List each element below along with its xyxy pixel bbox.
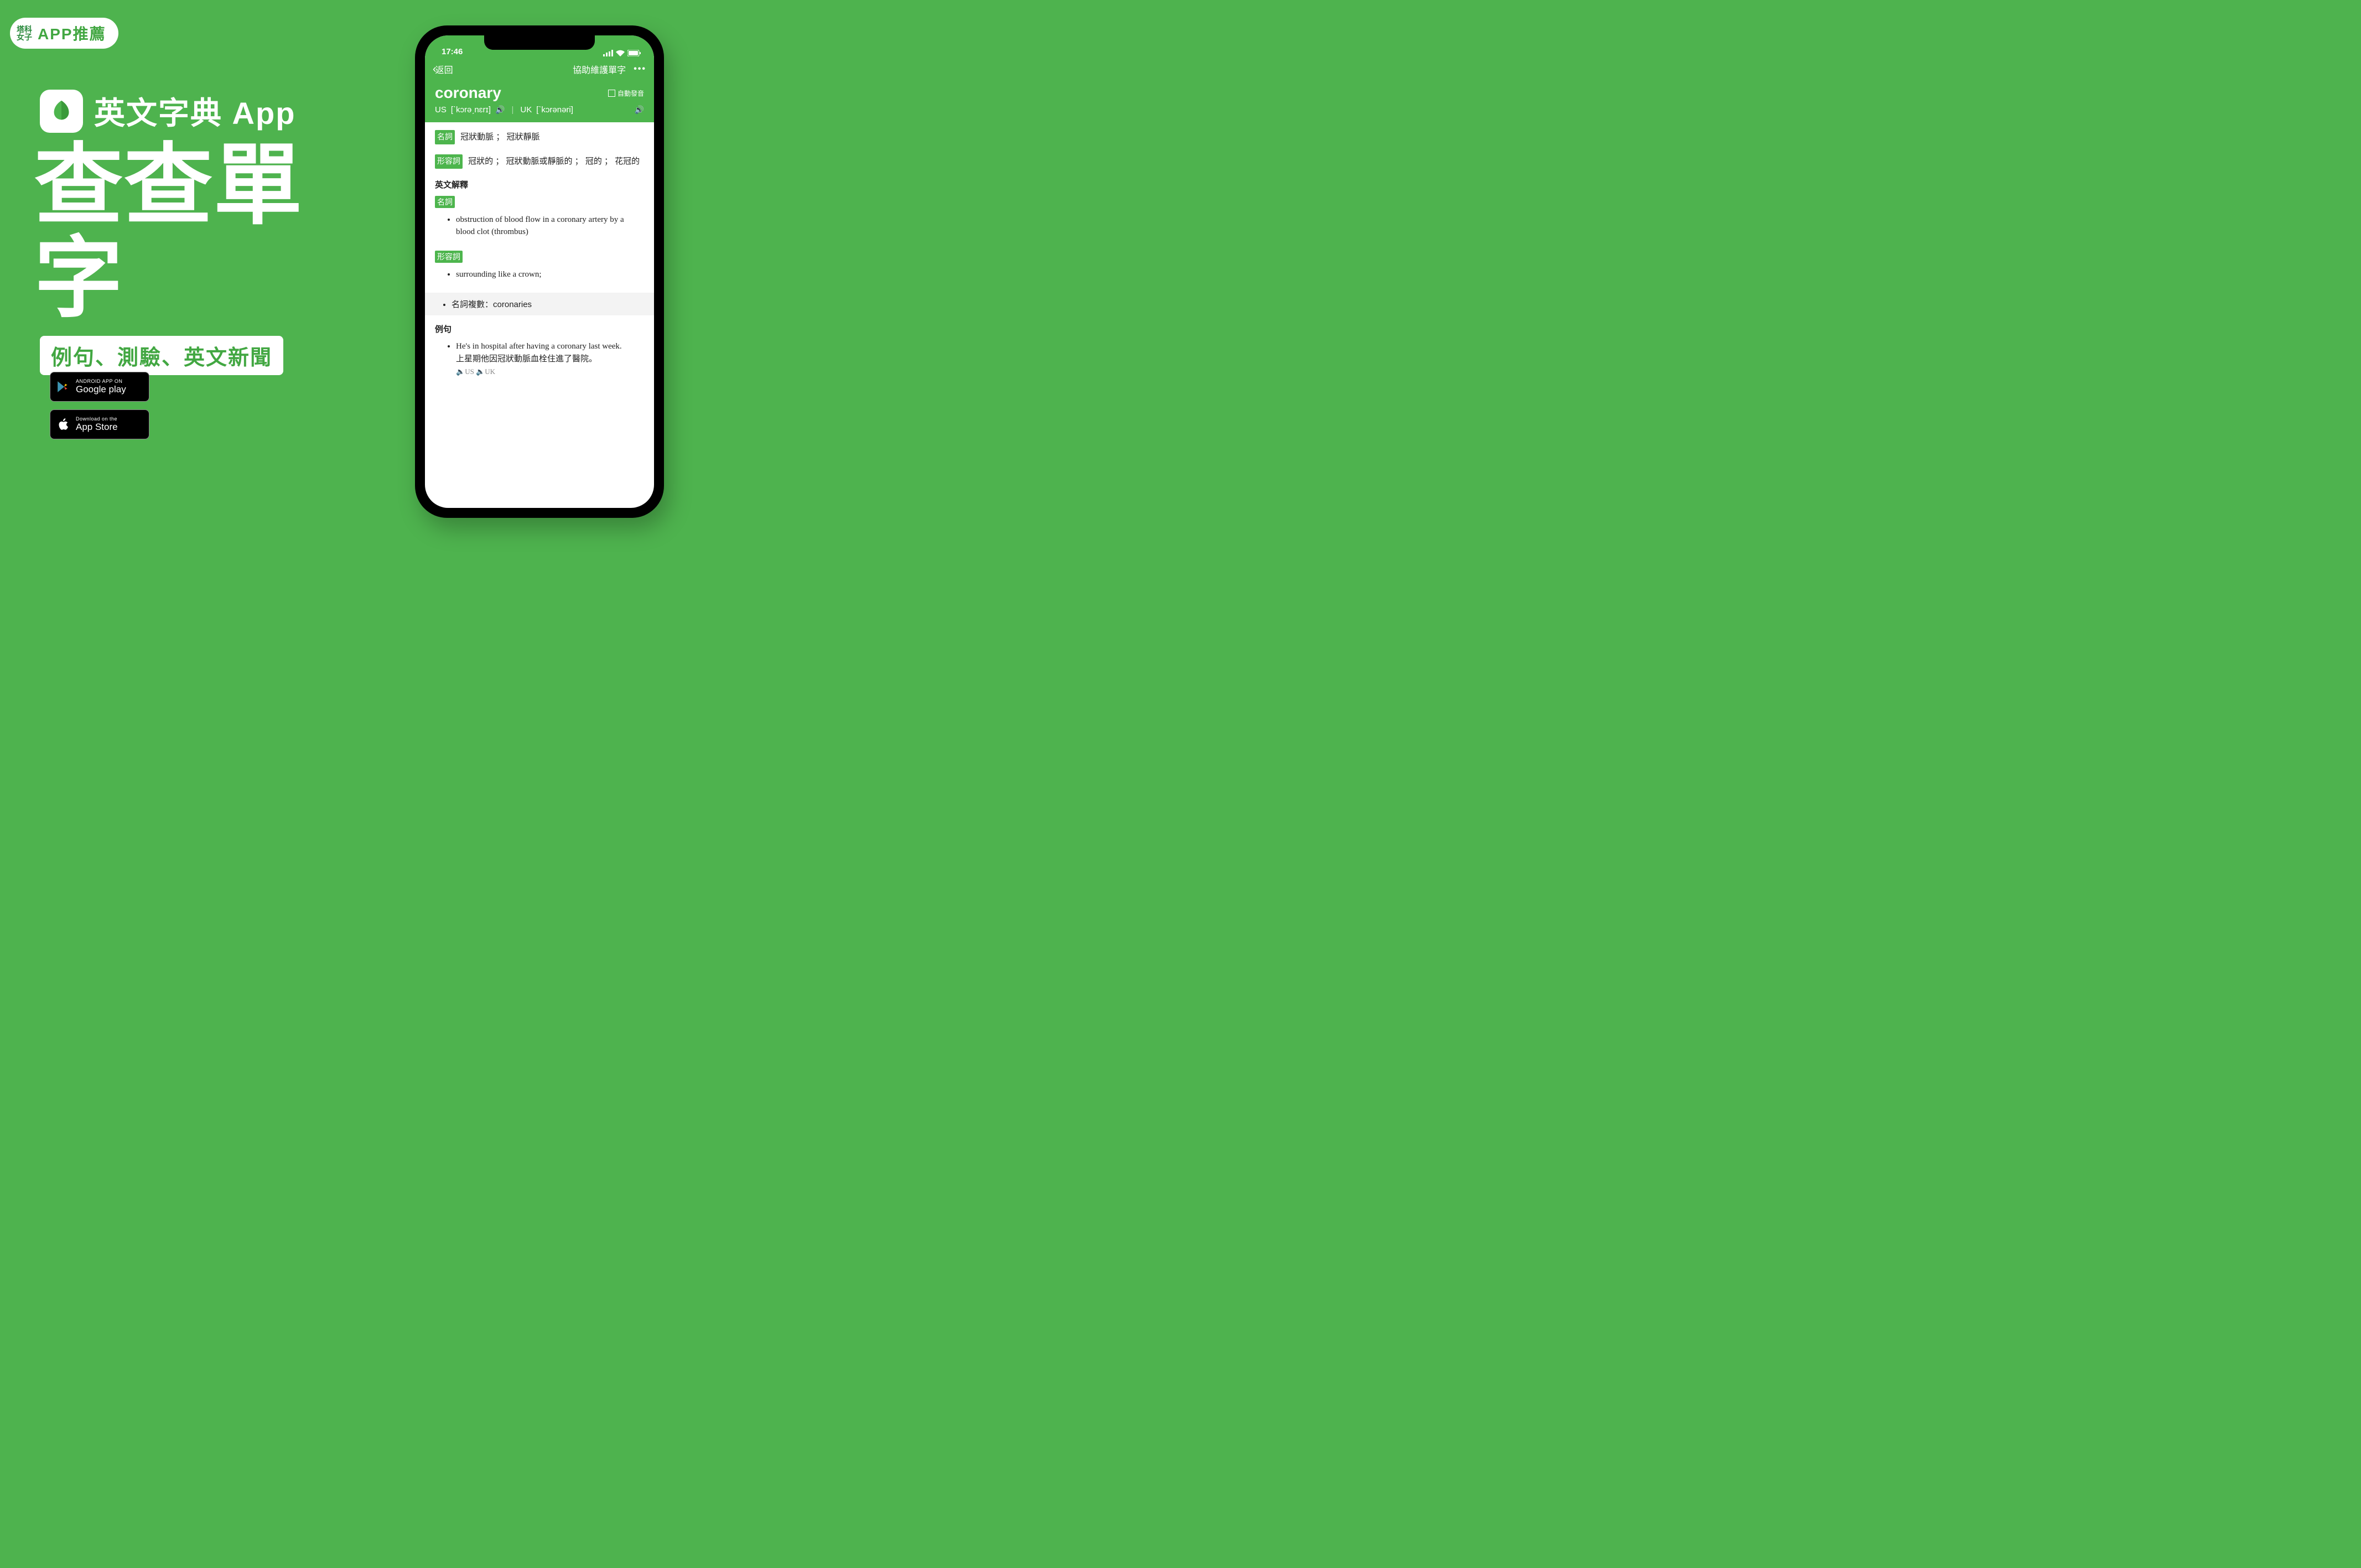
eng-def-title: 英文解釋 <box>435 179 644 190</box>
google-play-badge[interactable]: ANDROID APP ON Google play <box>50 372 149 402</box>
def-noun-zh: 冠狀動脈 ； 冠狀靜脈 <box>460 132 539 142</box>
examples-title: 例句 <box>435 323 644 335</box>
checkbox-icon <box>608 90 615 97</box>
brand-pill: 塔科 女子 APP推薦 <box>10 18 118 49</box>
plural-label: 名詞複數： <box>452 300 493 309</box>
speaker-mini-icon[interactable]: 🔈 <box>476 367 485 376</box>
speak-us-label: US <box>465 367 474 376</box>
signal-icon <box>603 50 613 56</box>
pron-uk-label: UK <box>520 105 532 115</box>
speaker-icon[interactable]: 🔊 <box>635 105 644 115</box>
phone-mockup: 17:46 ‹ 返回 協助維護單字 ••• co <box>415 25 664 518</box>
pill-label: APP推薦 <box>38 22 106 44</box>
back-label: 返回 <box>435 63 453 76</box>
phone-notch <box>484 35 595 50</box>
status-time: 17:46 <box>442 47 463 56</box>
more-icon[interactable]: ••• <box>634 64 646 74</box>
pos-tag-noun: 名詞 <box>435 130 455 144</box>
leaf-icon <box>49 98 74 124</box>
wifi-icon <box>616 50 625 56</box>
apple-icon <box>56 417 70 432</box>
pron-uk: [ˋkɔrənəri] <box>536 105 573 115</box>
example-zh: 上星期他因冠狀動脈血栓住進了醫院。 <box>456 353 644 366</box>
brand-logo: 塔科 女子 <box>17 25 32 41</box>
plural-value: coronaries <box>493 300 532 309</box>
dictionary-content: 名詞 冠狀動脈 ； 冠狀靜脈 形容詞 冠狀的 ； 冠狀動脈或靜脈的 ； 冠的 ；… <box>425 122 654 387</box>
nav-title[interactable]: 協助維護單字 <box>573 63 626 76</box>
pos-tag-adj: 形容詞 <box>435 154 463 169</box>
app-title: 英文字典 App <box>94 89 295 133</box>
battery-icon <box>627 50 641 56</box>
eng-def-noun: obstruction of blood flow in a coronary … <box>456 214 644 238</box>
speak-uk-label: UK <box>485 367 495 376</box>
headline: 查查單字 <box>34 139 350 325</box>
example-item: He's in hospital after having a coronary… <box>456 340 644 377</box>
google-play-icon <box>56 380 70 394</box>
promo-left: 英文字典 App 查查單字 例句、測驗、英文新聞 <box>40 89 350 375</box>
google-big-text: Google play <box>76 385 126 395</box>
apple-big-text: App Store <box>76 422 118 433</box>
app-icon <box>40 90 83 133</box>
navbar: ‹ 返回 協助維護單字 ••• <box>425 58 654 81</box>
autoplay-label: 自動發音 <box>618 89 644 98</box>
word-header: coronary 自動發音 US [ˋkɔrəˏnɛrɪ] 🔊 | UK [ˋk… <box>425 81 654 122</box>
eng-def-adj: surrounding like a crown; <box>456 268 644 281</box>
plural-box: 名詞複數：coronaries <box>425 293 654 315</box>
back-button[interactable]: ‹ 返回 <box>433 63 453 76</box>
pos-tag-noun: 名詞 <box>435 196 455 208</box>
app-store-badge[interactable]: Download on the App Store <box>50 409 149 439</box>
def-adj-zh: 冠狀的 ； 冠狀動脈或靜脈的 ； 冠的 ； 花冠的 <box>468 157 640 166</box>
pron-us: [ˋkɔrəˏnɛrɪ] <box>451 105 491 115</box>
speaker-mini-icon[interactable]: 🔈 <box>456 367 465 376</box>
pron-us-label: US <box>435 105 447 115</box>
pos-tag-adj: 形容詞 <box>435 251 463 263</box>
speaker-icon[interactable]: 🔊 <box>495 105 505 115</box>
example-en: He's in hospital after having a coronary… <box>456 340 644 353</box>
autoplay-toggle[interactable]: 自動發音 <box>608 89 644 98</box>
subtitle-pill: 例句、測驗、英文新聞 <box>40 336 283 375</box>
headword: coronary <box>435 84 501 102</box>
